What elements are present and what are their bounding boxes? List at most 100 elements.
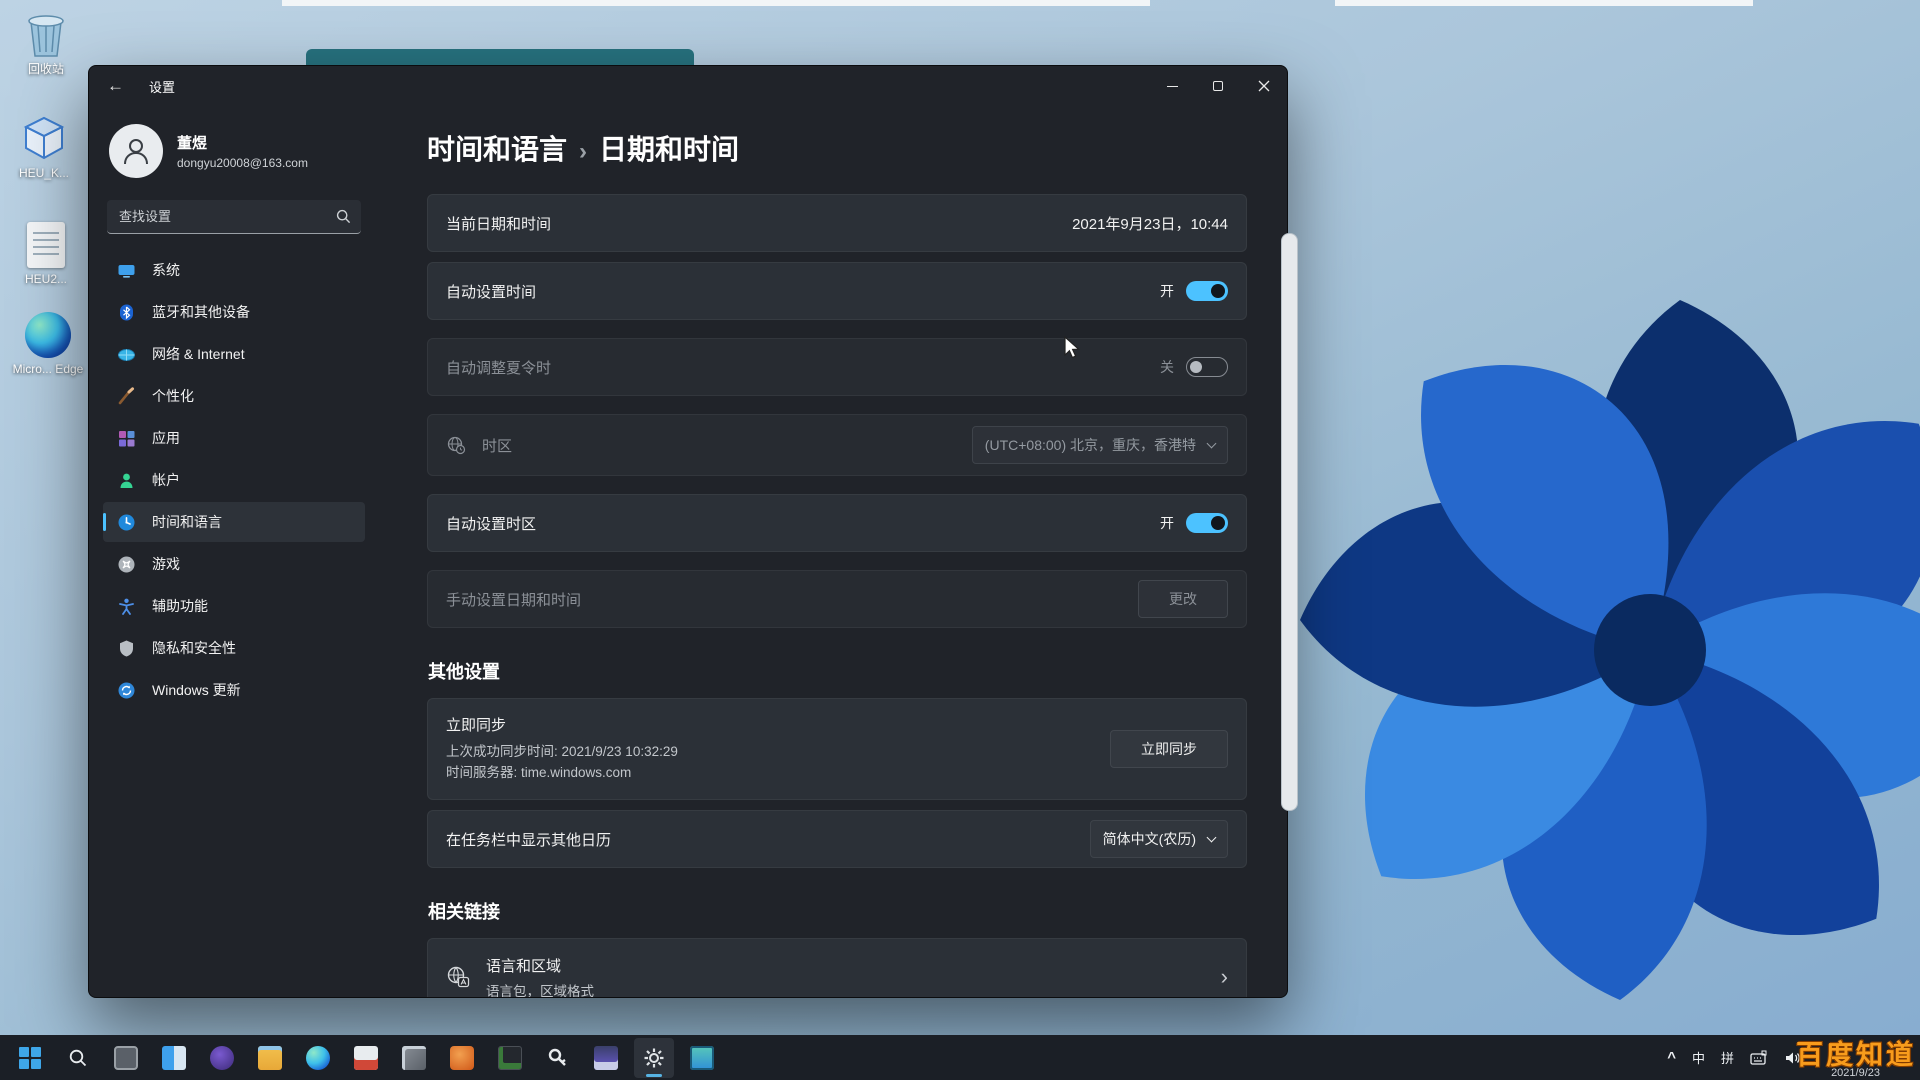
sidebar-item-accounts[interactable]: 帐户 (103, 460, 365, 500)
timezone-value: (UTC+08:00) 北京，重庆，香港特 (985, 435, 1196, 455)
sidebar-item-system[interactable]: 系统 (103, 250, 365, 290)
shield-icon (117, 639, 136, 658)
row-label: 自动设置时区 (446, 513, 536, 534)
row-label: 手动设置日期和时间 (446, 589, 581, 610)
desktop-icon-heu-k[interactable]: HEU_K... (4, 112, 84, 181)
orange-app-icon (450, 1046, 474, 1070)
auto-timezone-toggle[interactable] (1186, 513, 1228, 533)
row-label: 时区 (482, 435, 512, 456)
time-language-icon (117, 513, 136, 532)
ime-mode-indicator[interactable]: 拼 (1721, 1048, 1734, 1067)
user-profile[interactable]: 董煜 dongyu20008@163.com (103, 114, 365, 194)
sidebar-item-label: Windows 更新 (152, 680, 241, 700)
current-datetime-value: 2021年9月23日，10:44 (1072, 213, 1228, 234)
change-button[interactable]: 更改 (1138, 580, 1228, 618)
taskbar-app-store[interactable] (202, 1038, 242, 1078)
row-language-region[interactable]: 语言和区域 语言包，区域格式 › (427, 938, 1247, 998)
sidebar-item-gaming[interactable]: 游戏 (103, 544, 365, 584)
tray-expand-icon[interactable]: ^ (1667, 1049, 1676, 1066)
taskbar-app-photos[interactable] (394, 1038, 434, 1078)
screen: 回收站 HEU_K... HEU2... Micro... Edge (0, 0, 1920, 1080)
taskbar-app-terminal[interactable] (490, 1038, 530, 1078)
windows-update-icon (117, 681, 136, 700)
task-view-icon (114, 1046, 138, 1070)
breadcrumb: 时间和语言 › 日期和时间 (427, 128, 1247, 168)
mail-app-icon (354, 1046, 378, 1070)
desktop-icon-heu2[interactable]: HEU2... (6, 218, 86, 287)
sidebar: 董煜 dongyu20008@163.com 系统 蓝牙和其他设备 (89, 106, 381, 998)
row-sync: 立即同步 上次成功同步时间: 2021/9/23 10:32:29 时间服务器:… (427, 698, 1247, 800)
auto-dst-toggle[interactable] (1186, 357, 1228, 377)
taskbar-app-keys[interactable] (538, 1038, 578, 1078)
titlebar[interactable]: ← 设置 (89, 66, 1287, 106)
accounts-icon (117, 471, 136, 490)
taskbar-app-task-view[interactable] (106, 1038, 146, 1078)
background-window-titlebar (306, 49, 694, 66)
input-app-icon (594, 1046, 618, 1070)
language-region-icon (446, 965, 470, 989)
network-icon (117, 345, 136, 364)
row-extra-calendar: 在任务栏中显示其他日历 简体中文(农历) (427, 810, 1247, 868)
scrollbar[interactable] (1281, 233, 1298, 811)
taskbar-app-orange[interactable] (442, 1038, 482, 1078)
toggle-knob (1211, 284, 1225, 298)
breadcrumb-parent[interactable]: 时间和语言 (427, 128, 567, 168)
taskbar-app-widgets[interactable] (154, 1038, 194, 1078)
sync-server: 时间服务器: time.windows.com (446, 763, 678, 784)
sync-title: 立即同步 (446, 714, 678, 735)
sidebar-item-network[interactable]: 网络 & Internet (103, 334, 365, 374)
row-current-datetime: 当前日期和时间 2021年9月23日，10:44 (427, 194, 1247, 252)
sync-last-time: 上次成功同步时间: 2021/9/23 10:32:29 (446, 742, 678, 763)
minimize-button[interactable] (1149, 66, 1195, 106)
row-auto-timezone: 自动设置时区 开 (427, 494, 1247, 552)
settings-window: ← 设置 董煜 dongyu20008@163.com (88, 65, 1288, 998)
taskbar-app-file-explorer[interactable] (250, 1038, 290, 1078)
row-label: 自动设置时间 (446, 281, 536, 302)
close-icon (1258, 80, 1270, 92)
toggle-state-label: 开 (1160, 281, 1174, 301)
taskbar-app-edge[interactable] (298, 1038, 338, 1078)
windows-logo-icon (19, 1047, 41, 1069)
toggle-state-label: 开 (1160, 513, 1174, 533)
sidebar-item-label: 应用 (152, 428, 180, 448)
back-icon[interactable]: ← (107, 76, 135, 96)
sidebar-item-accessibility[interactable]: 辅助功能 (103, 586, 365, 626)
touch-keyboard-icon[interactable] (1750, 1050, 1768, 1066)
related-link-title: 语言和区域 (486, 955, 594, 976)
maximize-button[interactable] (1195, 66, 1241, 106)
close-button[interactable] (1241, 66, 1287, 106)
personalization-icon (117, 387, 136, 406)
sidebar-item-personalization[interactable]: 个性化 (103, 376, 365, 416)
taskbar-app-monitor[interactable] (682, 1038, 722, 1078)
start-button[interactable] (10, 1038, 50, 1078)
search-icon (336, 209, 351, 224)
row-label: 当前日期和时间 (446, 213, 551, 234)
desktop-icon-recycle-bin[interactable]: 回收站 (6, 8, 86, 77)
terminal-icon (498, 1046, 522, 1070)
user-email: dongyu20008@163.com (177, 156, 308, 170)
timezone-dropdown[interactable]: (UTC+08:00) 北京，重庆，香港特 (972, 426, 1228, 464)
watermark-baidu-zhidao: 百度知道 (1796, 1033, 1916, 1072)
toggle-knob (1211, 516, 1225, 530)
sidebar-item-apps[interactable]: 应用 (103, 418, 365, 458)
chevron-down-icon (1207, 832, 1217, 842)
section-header-other-settings: 其他设置 (428, 658, 1247, 684)
taskbar-app-mail[interactable] (346, 1038, 386, 1078)
sidebar-item-windows-update[interactable]: Windows 更新 (103, 670, 365, 710)
desktop-icon-edge[interactable]: Micro... Edge (8, 308, 88, 377)
taskbar-app-input[interactable] (586, 1038, 626, 1078)
search-input[interactable] (107, 200, 361, 234)
taskbar-search-button[interactable] (58, 1038, 98, 1078)
auto-time-toggle[interactable] (1186, 281, 1228, 301)
row-timezone: 时区 (UTC+08:00) 北京，重庆，香港特 (427, 414, 1247, 476)
calendar-dropdown[interactable]: 简体中文(农历) (1090, 820, 1228, 858)
gaming-icon (117, 555, 136, 574)
page-title: 日期和时间 (599, 128, 739, 168)
sidebar-item-time-language[interactable]: 时间和语言 (103, 502, 365, 542)
sidebar-item-bluetooth[interactable]: 蓝牙和其他设备 (103, 292, 365, 332)
taskbar-app-settings[interactable] (634, 1038, 674, 1078)
sidebar-item-privacy[interactable]: 隐私和安全性 (103, 628, 365, 668)
sync-now-button[interactable]: 立即同步 (1110, 730, 1228, 768)
ime-language-indicator[interactable]: 中 (1692, 1048, 1705, 1067)
accessibility-icon (117, 597, 136, 616)
